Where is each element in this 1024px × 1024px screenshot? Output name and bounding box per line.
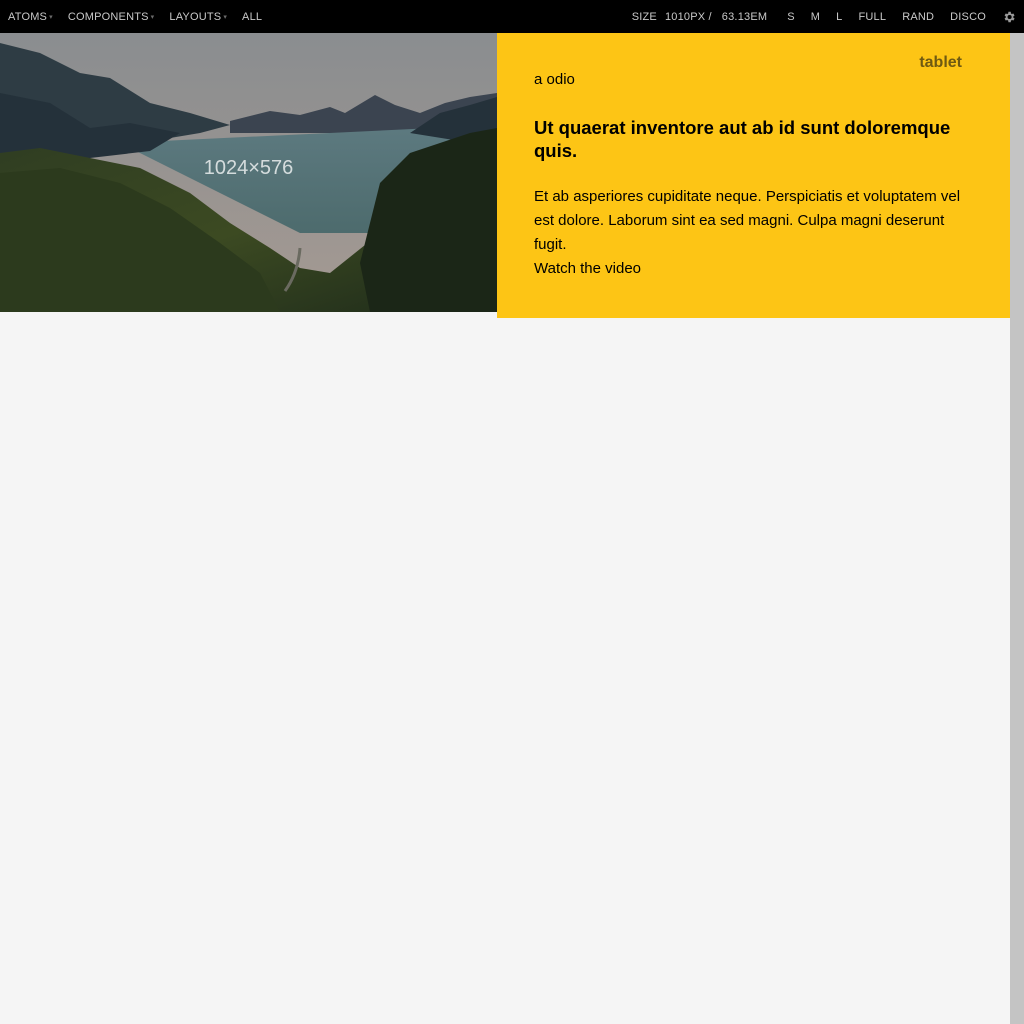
chevron-down-icon: ▾: [150, 14, 155, 21]
size-button-l[interactable]: L: [828, 0, 850, 33]
pattern-lab-toolbar: ATOMS ▾ COMPONENTS ▾ LAYOUTS ▾ ALL SIZE …: [0, 0, 1024, 33]
nav-atoms-label: ATOMS: [8, 10, 48, 23]
size-em-value[interactable]: 63.13EM: [720, 11, 769, 23]
nav-components-label: COMPONENTS: [67, 10, 149, 23]
watch-video-link[interactable]: Watch the video: [534, 257, 641, 281]
viewport-resize-handle[interactable]: [1010, 33, 1024, 1024]
chevron-down-icon: ▾: [223, 14, 228, 21]
size-px-value[interactable]: 1010PX /: [663, 11, 714, 23]
card-headline: Ut quaerat inventore aut ab id sunt dolo…: [534, 117, 951, 161]
size-button-rand[interactable]: RAND: [894, 0, 942, 33]
size-button-disco[interactable]: DISCO: [942, 0, 994, 33]
nav-layouts[interactable]: LAYOUTS ▾: [161, 0, 234, 33]
chevron-down-icon: ▾: [49, 14, 53, 21]
nav-all-label: ALL: [242, 10, 263, 23]
primary-nav: ATOMS ▾ COMPONENTS ▾ LAYOUTS ▾ ALL: [0, 0, 269, 33]
viewport-controls: SIZE 1010PX / 63.13EM S M L FULL RAND DI…: [624, 0, 1024, 33]
image-dimensions-label: 1024×576: [203, 157, 294, 179]
nav-components[interactable]: COMPONENTS ▾: [60, 0, 162, 33]
card-body-text: Et ab asperiores cupiditate neque. Persp…: [534, 188, 961, 253]
size-button-m[interactable]: M: [803, 0, 828, 33]
nav-atoms[interactable]: ATOMS ▾: [0, 0, 60, 33]
feature-card: tablet a odio Ut quaerat inventore aut a…: [497, 33, 1010, 318]
card-kicker: a odio: [534, 71, 575, 88]
nav-all[interactable]: ALL: [234, 0, 269, 33]
size-button-full[interactable]: FULL: [850, 0, 894, 33]
breakpoint-badge: tablet: [919, 54, 962, 71]
pattern-viewport: 1024×576 tablet a odio Ut quaerat invent…: [0, 33, 1010, 1024]
size-label: SIZE: [631, 10, 657, 23]
nav-layouts-label: LAYOUTS: [169, 10, 222, 23]
gear-icon[interactable]: [1002, 10, 1016, 24]
size-button-s[interactable]: S: [779, 0, 803, 33]
hero-placeholder-image: 1024×576: [0, 33, 497, 312]
